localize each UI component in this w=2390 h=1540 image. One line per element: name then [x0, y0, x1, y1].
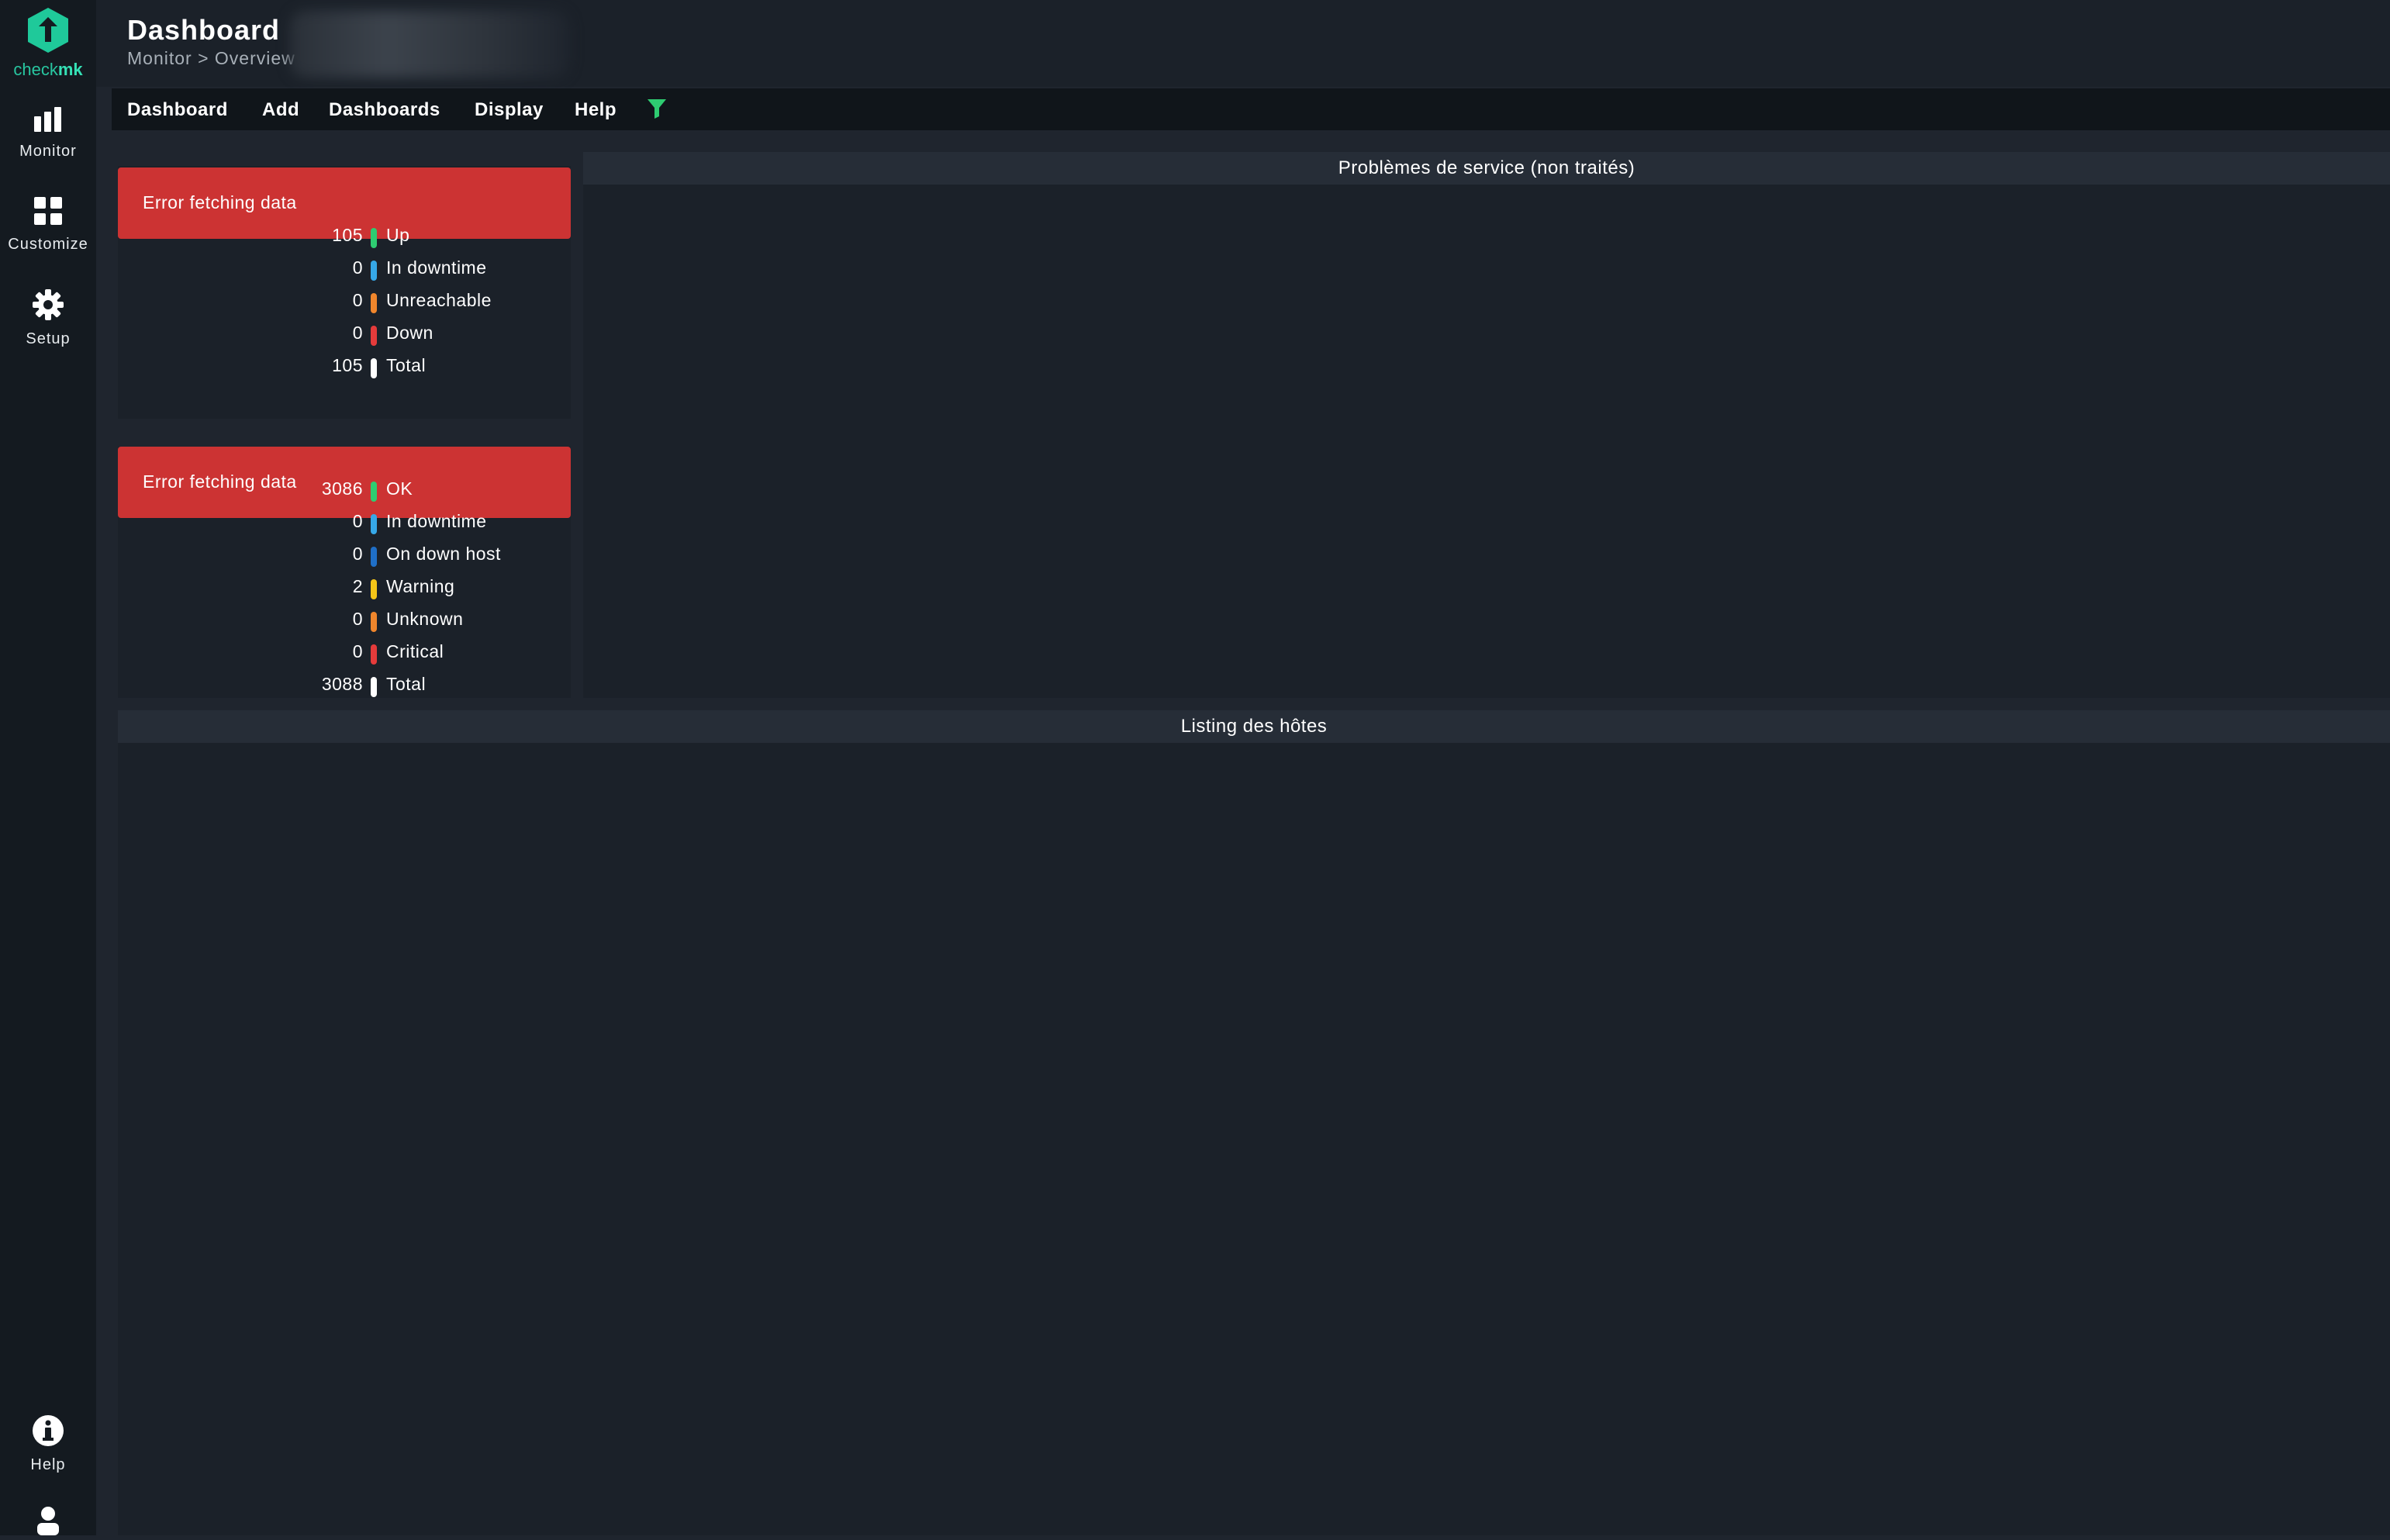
sidebar-item-setup[interactable]: Setup [0, 288, 96, 348]
stat-label: Total [386, 674, 427, 694]
redacted-area [290, 11, 569, 78]
stat-label: OK [386, 478, 413, 499]
service-problems-dashlet [583, 152, 2390, 698]
stat-row[interactable]: 105 Up [278, 225, 541, 248]
stat-row[interactable]: 2 Warning [278, 576, 541, 599]
sidebar-item-label: Customize [8, 236, 88, 253]
monitor-icon [34, 107, 61, 132]
menu-display[interactable]: Display [475, 99, 544, 121]
menu-help[interactable]: Help [575, 99, 616, 121]
service-problems-title: Problèmes de service (non traités) [583, 152, 2390, 185]
stat-count: 3088 [321, 674, 363, 694]
help-icon [33, 1415, 64, 1446]
sidebar-item-monitor[interactable]: Monitor [0, 105, 96, 161]
status-color-mark [371, 514, 377, 534]
stat-label: Unknown [386, 609, 464, 629]
stat-label: Unreachable [386, 290, 492, 310]
stat-count: 0 [352, 257, 363, 278]
page-header: Dashboard Monitor > Overview [96, 0, 2390, 87]
status-color-mark [371, 261, 377, 281]
filter-icon[interactable] [647, 98, 667, 123]
page-title: Dashboard [127, 14, 281, 46]
stat-label: Critical [386, 641, 444, 661]
stat-label: Warning [386, 576, 455, 596]
customize-icon [34, 197, 62, 225]
menu-dashboards[interactable]: Dashboards [329, 99, 440, 121]
stat-count: 0 [352, 511, 363, 531]
status-color-mark [371, 677, 377, 697]
stat-count: 0 [352, 323, 363, 343]
stat-row[interactable]: 0 In downtime [278, 511, 541, 534]
sidebar-item-help[interactable]: Help [0, 1414, 96, 1474]
status-color-mark [371, 482, 377, 502]
sidebar-item-label: Setup [26, 330, 71, 347]
stat-row[interactable]: 0 Critical [278, 641, 541, 665]
stat-row[interactable]: 3088 Total [278, 674, 541, 697]
host-listing-dashlet [118, 710, 2390, 1535]
host-listing-title: Listing des hôtes [118, 710, 2390, 743]
error-message: Error fetching data [143, 471, 297, 492]
stat-count: 105 [332, 225, 363, 245]
sidebar: checkmk Monitor Customize Setup Help [0, 0, 96, 1535]
stat-count: 0 [352, 544, 363, 564]
checkmk-logo[interactable]: checkmk [0, 6, 96, 80]
menu-bar: Dashboard Add Dashboards Display Help [112, 88, 2390, 130]
stat-label: Up [386, 225, 410, 245]
status-color-mark [371, 228, 377, 248]
sidebar-item-customize[interactable]: Customize [0, 195, 96, 254]
user-icon [37, 1507, 59, 1535]
logo-text: checkmk [13, 60, 83, 79]
stat-count: 105 [332, 355, 363, 375]
status-color-mark [371, 644, 377, 665]
sidebar-item-label: Help [30, 1456, 66, 1473]
stat-label: On down host [386, 544, 501, 564]
checkmk-logo-icon [28, 8, 68, 53]
stat-label: Down [386, 323, 433, 343]
stat-label: In downtime [386, 511, 487, 531]
stat-count: 0 [352, 290, 363, 310]
stat-row[interactable]: 0 Down [278, 323, 541, 346]
status-color-mark [371, 326, 377, 346]
stat-row[interactable]: 0 On down host [278, 544, 541, 567]
menu-add[interactable]: Add [262, 99, 299, 121]
sidebar-item-user[interactable] [0, 1506, 96, 1540]
stat-row[interactable]: 105 Total [278, 355, 541, 378]
stat-count: 0 [352, 641, 363, 661]
stat-row[interactable]: 3086 OK [278, 478, 541, 502]
stat-row[interactable]: 0 In downtime [278, 257, 541, 281]
status-color-mark [371, 579, 377, 599]
stat-count: 0 [352, 609, 363, 629]
stat-row[interactable]: 0 Unreachable [278, 290, 541, 313]
status-color-mark [371, 293, 377, 313]
stat-label: In downtime [386, 257, 487, 278]
stat-count: 2 [352, 576, 363, 596]
gear-icon [33, 289, 64, 320]
stat-count: 3086 [321, 478, 363, 499]
sidebar-item-label: Monitor [19, 143, 77, 160]
breadcrumb[interactable]: Monitor > Overview [127, 48, 295, 69]
menu-dashboard[interactable]: Dashboard [127, 99, 228, 121]
status-color-mark [371, 358, 377, 378]
status-color-mark [371, 612, 377, 632]
stat-label: Total [386, 355, 427, 375]
error-message: Error fetching data [143, 192, 297, 212]
stat-row[interactable]: 0 Unknown [278, 609, 541, 632]
status-color-mark [371, 547, 377, 567]
